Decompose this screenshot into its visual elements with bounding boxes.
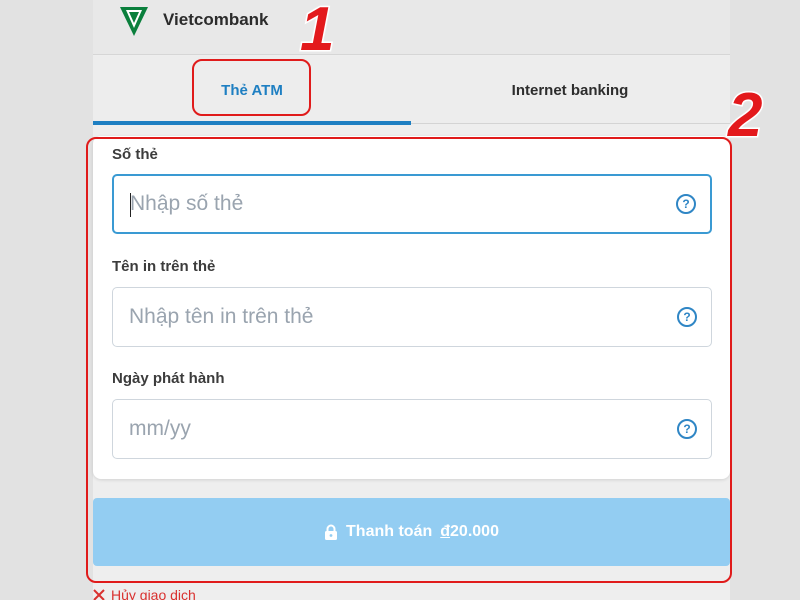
close-icon — [93, 589, 105, 600]
pay-button[interactable]: Thanh toán đ20.000 — [93, 498, 730, 566]
card-name-label: Tên in trên thẻ — [112, 258, 216, 275]
amount-value: 20.000 — [450, 523, 499, 540]
issue-date-field: ? — [112, 399, 712, 459]
card-form: Số thẻ ? Tên in trên thẻ ? Ngày phát hàn… — [93, 136, 730, 479]
issue-date-input[interactable] — [129, 400, 649, 458]
annotation-number-1: 1 — [298, 0, 336, 66]
pay-button-label: Thanh toán — [346, 523, 433, 540]
payment-method-tabs: Thẻ ATM Internet banking — [93, 56, 730, 125]
bank-header: Vietcombank — [93, 0, 730, 55]
question-circle-icon[interactable]: ? — [677, 307, 697, 327]
pay-amount: đ20.000 — [440, 523, 499, 541]
currency-symbol: đ — [440, 523, 451, 540]
card-number-field: ? — [112, 174, 712, 234]
card-name-field: ? — [112, 287, 712, 347]
vietcombank-logo-icon — [120, 7, 148, 36]
tab-atm-card[interactable]: Thẻ ATM — [93, 56, 411, 125]
payment-page: Vietcombank Thẻ ATM Internet banking Số … — [0, 0, 800, 600]
annotation-number-2: 2 — [726, 80, 764, 152]
bank-name: Vietcombank — [163, 10, 269, 29]
text-caret — [130, 193, 131, 217]
question-circle-icon[interactable]: ? — [677, 419, 697, 439]
card-number-input[interactable] — [130, 176, 650, 232]
cancel-label: Hủy giao dịch — [111, 587, 196, 600]
card-number-label: Số thẻ — [112, 146, 158, 163]
card-name-input[interactable] — [129, 288, 649, 346]
cancel-transaction-link[interactable]: Hủy giao dịch — [93, 587, 196, 600]
issue-date-label: Ngày phát hành — [112, 370, 225, 387]
question-circle-icon[interactable]: ? — [676, 194, 696, 214]
tab-internet-banking[interactable]: Internet banking — [411, 56, 729, 124]
lock-icon — [325, 524, 338, 540]
